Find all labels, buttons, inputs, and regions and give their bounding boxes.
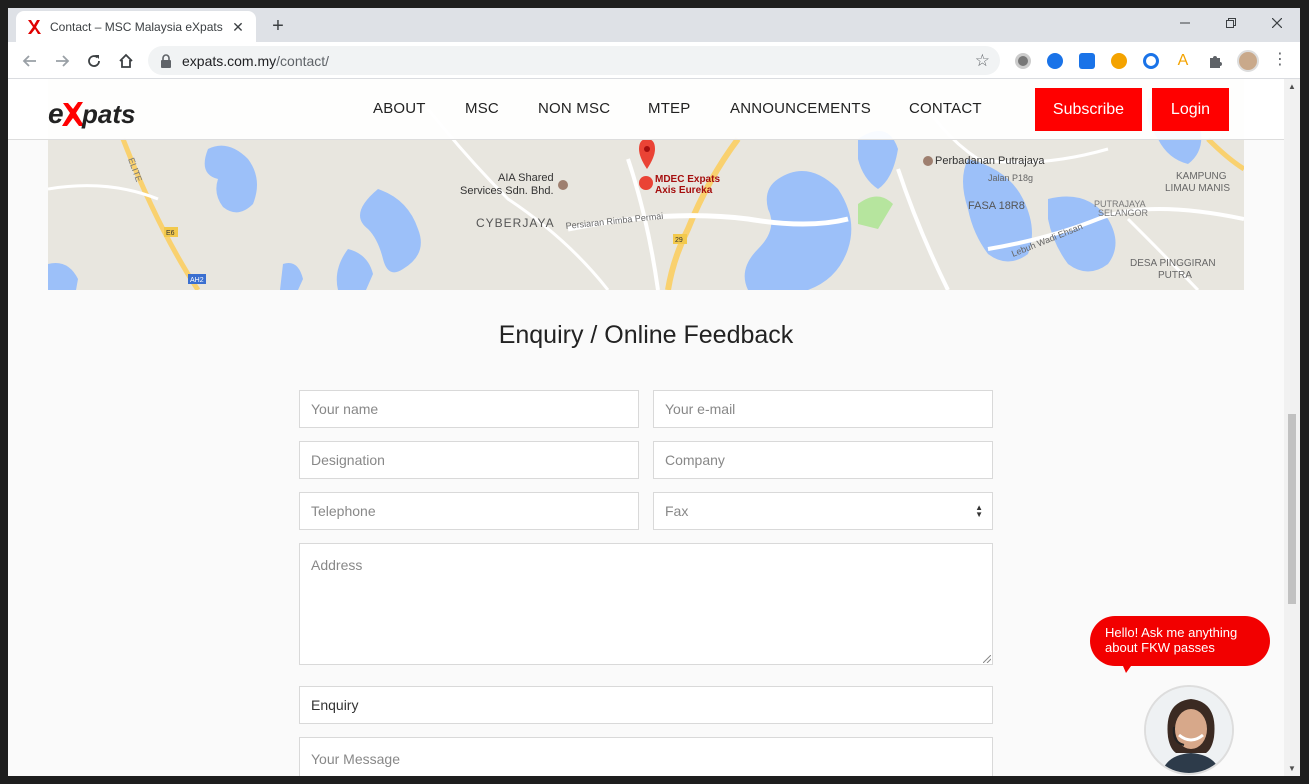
minimize-button[interactable] <box>1162 8 1208 38</box>
extension-orange-icon[interactable] <box>1111 53 1127 69</box>
name-input[interactable]: Your name <box>299 390 639 428</box>
bookmark-star-icon[interactable]: ☆ <box>975 51 990 71</box>
map-label-desa-2: PUTRA <box>1158 270 1192 281</box>
restore-button[interactable] <box>1208 8 1254 38</box>
chat-agent-avatar[interactable] <box>1144 685 1234 775</box>
lock-icon <box>161 53 171 68</box>
address-field: Address <box>299 543 993 665</box>
forward-arrow-icon <box>56 55 70 67</box>
login-button[interactable]: Login <box>1152 88 1229 131</box>
tab-title: Contact – MSC Malaysia eXpats C <box>50 19 224 34</box>
nav-non-msc[interactable]: NON MSC <box>538 100 610 117</box>
home-icon <box>119 53 133 68</box>
extension-a-icon[interactable]: A <box>1175 53 1191 69</box>
scroll-up-icon[interactable]: ▲ <box>1288 82 1296 91</box>
new-tab-button[interactable]: + <box>266 14 290 38</box>
map-label-perbadanan: Perbadanan Putrajaya <box>935 155 1045 167</box>
map-label-cyberjaya: CYBERJAYA <box>476 216 555 230</box>
map-label-ah2: AH2 <box>190 277 204 284</box>
address-bar[interactable]: expats.com.my/contact/ ☆ <box>148 46 1000 75</box>
home-button[interactable] <box>112 47 140 75</box>
close-icon <box>1272 18 1282 28</box>
map-label-putrajaya-2: SELANGOR <box>1098 208 1149 218</box>
map-label-e6: E6 <box>166 230 175 237</box>
designation-input[interactable]: Designation <box>299 441 639 479</box>
forward-button[interactable] <box>48 47 76 75</box>
restore-icon <box>1226 18 1236 28</box>
site-header: e pats ABOUT MSC NON MSC MTEP ANNOUNCEME… <box>8 79 1284 140</box>
company-input[interactable]: Company <box>653 441 993 479</box>
chat-bubble[interactable]: Hello! Ask me anything about FKW passes <box>1090 616 1270 666</box>
enquiry-select[interactable]: Enquiry <box>299 686 993 724</box>
extension-ring-icon[interactable] <box>1143 53 1159 69</box>
subscribe-button[interactable]: Subscribe <box>1035 88 1142 131</box>
map-label-marker-2: Axis Eureka <box>655 185 713 196</box>
map-label-aia-2: Services Sdn. Bhd. <box>460 185 554 197</box>
extensions-puzzle-icon[interactable] <box>1207 53 1223 69</box>
expats-logo[interactable]: e pats <box>48 93 150 133</box>
extension-bookmark-icon[interactable] <box>1079 53 1095 69</box>
url-host: expats.com.my <box>182 52 277 69</box>
map-label-29: 29 <box>675 237 683 244</box>
browser-toolbar: expats.com.my/contact/ ☆ A ⋮ <box>8 42 1300 79</box>
email-input[interactable]: Your e-mail <box>653 390 993 428</box>
expats-favicon-icon <box>28 19 41 34</box>
form-title: Enquiry / Online Feedback <box>498 321 794 349</box>
map-label-kampung-1: KAMPUNG <box>1176 171 1227 182</box>
number-spinner-icon[interactable]: ▲ ▼ <box>975 504 983 519</box>
reload-button[interactable] <box>80 47 108 75</box>
nav-msc[interactable]: MSC <box>465 100 499 117</box>
svg-text:pats: pats <box>81 99 135 129</box>
map-label-kampung-2: LIMAU MANIS <box>1165 183 1230 194</box>
fax-input[interactable]: Fax <box>653 492 993 530</box>
chat-bubble-tail <box>1120 659 1136 673</box>
telephone-input[interactable]: Telephone <box>299 492 639 530</box>
scroll-down-icon[interactable]: ▼ <box>1288 764 1296 773</box>
page-content: MDEC Expats Axis Eureka AIA Shared Servi… <box>8 79 1284 776</box>
browser-window: Contact – MSC Malaysia eXpats C ✕ + expa… <box>8 8 1300 776</box>
scroll-thumb[interactable] <box>1288 414 1296 604</box>
extension-grey-icon[interactable] <box>1015 53 1031 69</box>
back-button[interactable] <box>16 47 44 75</box>
message-textarea[interactable]: Your Message <box>299 737 993 776</box>
map-label-aia-1: AIA Shared <box>498 172 554 184</box>
agent-portrait-icon <box>1146 687 1232 773</box>
tab-close-icon[interactable]: ✕ <box>230 19 246 35</box>
reload-icon <box>88 55 100 67</box>
nav-announcements[interactable]: ANNOUNCEMENTS <box>730 100 871 117</box>
map-label-jalan: Jalan P18g <box>988 173 1033 183</box>
nav-contact[interactable]: CONTACT <box>909 100 982 117</box>
minimize-icon <box>1180 22 1190 24</box>
resize-handle-icon[interactable] <box>983 655 991 663</box>
tab-strip: Contact – MSC Malaysia eXpats C ✕ + <box>8 8 1300 42</box>
nav-mtep[interactable]: MTEP <box>648 100 690 117</box>
extension-search-icon[interactable] <box>1047 53 1063 69</box>
map-label-marker-1: MDEC Expats <box>655 174 720 185</box>
map-label-desa-1: DESA PINGGIRAN <box>1130 258 1216 269</box>
menu-kebab-icon[interactable]: ⋮ <box>1272 52 1288 69</box>
map-label-fasa: FASA 18R8 <box>968 200 1025 212</box>
profile-avatar[interactable] <box>1237 50 1259 72</box>
url-path: /contact/ <box>276 52 330 69</box>
page-scrollbar[interactable]: ▲ ▼ <box>1284 79 1300 776</box>
nav-about[interactable]: ABOUT <box>373 100 426 117</box>
close-window-button[interactable] <box>1254 8 1300 38</box>
address-textarea[interactable]: Address <box>299 543 993 665</box>
back-arrow-icon <box>22 55 36 67</box>
fax-field: Fax ▲ ▼ <box>653 492 993 530</box>
svg-text:e: e <box>48 98 64 129</box>
browser-tab-contact[interactable]: Contact – MSC Malaysia eXpats C ✕ <box>16 11 256 42</box>
